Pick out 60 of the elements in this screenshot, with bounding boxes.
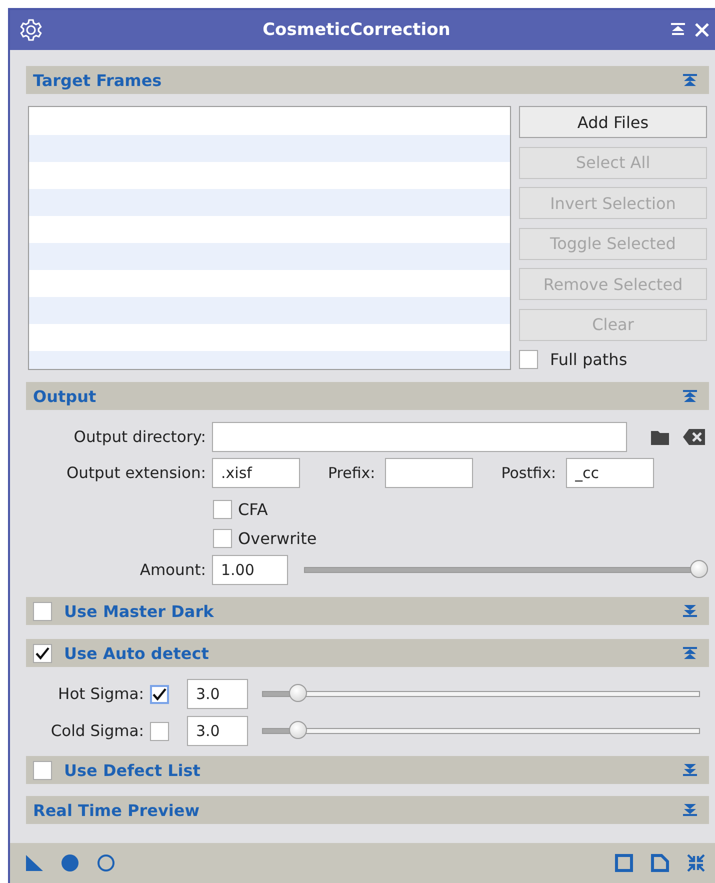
clear-icon[interactable] (683, 429, 705, 445)
section-checkbox[interactable] (33, 760, 52, 780)
section-checkbox[interactable] (33, 602, 52, 620)
folder-icon[interactable] (651, 430, 669, 444)
section-header[interactable]: Real Time Preview (26, 796, 709, 824)
shade-icon[interactable] (671, 23, 685, 37)
checkbox[interactable] (150, 722, 169, 740)
circle-icon[interactable] (97, 854, 115, 872)
field-label: Hot Sigma: (57, 685, 144, 703)
checkbox[interactable] (519, 350, 538, 369)
gear-icon[interactable] (20, 19, 42, 41)
field-label: Amount: (138, 561, 206, 579)
collapse-icon[interactable] (683, 646, 697, 660)
input-field[interactable]: 3.0 (187, 716, 248, 746)
section-checkbox[interactable] (33, 644, 52, 662)
input-field[interactable]: 1.00 (212, 555, 288, 585)
checkbox[interactable] (150, 684, 169, 704)
expand-icon[interactable] (683, 803, 697, 817)
input-field[interactable]: _cc (566, 458, 654, 488)
document-icon[interactable] (651, 854, 669, 872)
checkbox-label: CFA (238, 500, 268, 519)
field-label: Postfix: (501, 464, 556, 482)
input-field[interactable]: .xisf (212, 458, 300, 488)
filled-circle-icon[interactable] (61, 854, 79, 872)
section-header[interactable]: Use Auto detect (26, 639, 709, 667)
slider[interactable] (304, 560, 709, 580)
expand-icon[interactable] (683, 604, 697, 618)
checkbox-label: Full paths (550, 350, 628, 369)
close-icon[interactable] (695, 23, 709, 37)
checkbox-label: Overwrite (238, 529, 317, 548)
list-action-button[interactable]: Add Files (519, 106, 707, 138)
section-header[interactable]: Use Master Dark (26, 597, 709, 625)
section-title: Use Auto detect (64, 644, 210, 662)
section-header[interactable]: Use Defect List (26, 756, 709, 784)
section-title: Use Master Dark (64, 602, 215, 620)
square-icon[interactable] (615, 854, 633, 872)
slider-thumb[interactable] (288, 684, 307, 702)
slider-thumb[interactable] (690, 560, 708, 578)
section-header[interactable]: Target Frames (26, 66, 709, 94)
input-field[interactable]: 3.0 (187, 679, 248, 709)
window-title: CosmeticCorrection (262, 20, 452, 40)
field-label: Prefix: (328, 464, 376, 482)
field-label: Output directory: (72, 428, 206, 446)
section-title: Target Frames (33, 70, 163, 90)
field-label: Cold Sigma: (50, 722, 144, 740)
section-title: Use Defect List (64, 760, 202, 780)
collapse-icon[interactable] (683, 73, 697, 87)
checkbox[interactable] (213, 500, 232, 519)
input-field[interactable] (385, 458, 474, 488)
field-label: Output extension: (65, 464, 206, 482)
expand-icon[interactable] (683, 763, 697, 777)
section-title: Output (33, 386, 98, 406)
collapse-icon[interactable] (683, 389, 697, 403)
checkbox[interactable] (213, 529, 232, 548)
section-header[interactable]: Output (26, 382, 709, 410)
slider-thumb[interactable] (288, 721, 307, 739)
shrink-icon[interactable] (687, 854, 705, 872)
triangle-icon[interactable] (26, 855, 43, 871)
section-title: Real Time Preview (33, 800, 201, 820)
input-field[interactable] (212, 422, 627, 452)
